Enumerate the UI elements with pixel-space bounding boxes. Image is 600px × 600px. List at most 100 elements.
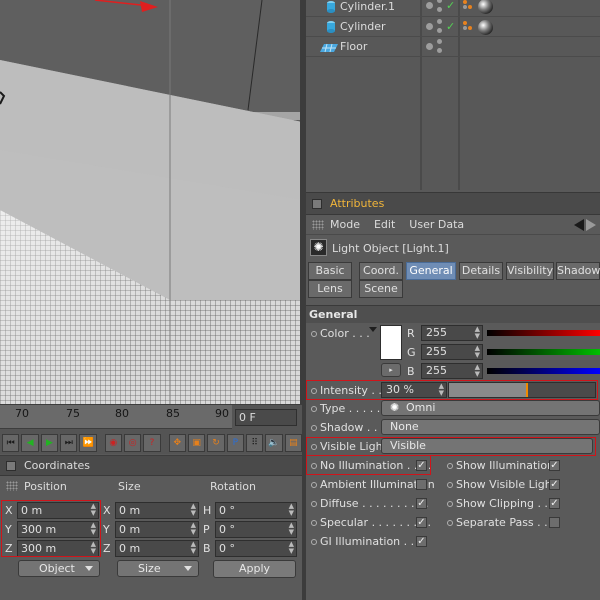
section-general[interactable]: General xyxy=(306,305,600,323)
object-row[interactable]: Cylinder.1 ✓ xyxy=(306,0,600,17)
gi-illumination-checkbox[interactable]: ✓ xyxy=(416,536,427,547)
red-slider[interactable] xyxy=(487,330,600,336)
type-select[interactable]: ✺ Omni xyxy=(381,400,600,416)
play-forward-icon[interactable]: ▶ xyxy=(40,434,59,452)
intensity-field[interactable]: 30 % ▲ ▼ xyxy=(381,382,447,398)
size-mode-select[interactable]: Size xyxy=(117,560,199,577)
specular-checkbox[interactable]: ✓ xyxy=(416,517,427,528)
position-x-field[interactable]: 0 m ▲ ▼ xyxy=(17,502,99,519)
animation-bullet-icon[interactable] xyxy=(311,443,317,450)
ambient-illumination-checkbox[interactable] xyxy=(416,479,427,490)
spinner-icon[interactable]: ▲ ▼ xyxy=(439,383,444,397)
position-y-field[interactable]: 300 m ▲ ▼ xyxy=(17,521,99,538)
grip-icon[interactable] xyxy=(312,220,324,230)
grip-icon[interactable] xyxy=(6,481,18,491)
texture-tag-icon[interactable] xyxy=(463,0,473,10)
object-row[interactable]: Cylinder ✓ xyxy=(306,17,600,37)
color-menu-caret-icon[interactable] xyxy=(369,327,377,332)
render-visibility-dot[interactable] xyxy=(437,39,442,44)
menu-edit[interactable]: Edit xyxy=(374,218,395,231)
render-visibility-dot[interactable] xyxy=(437,7,442,12)
blue-slider[interactable] xyxy=(487,368,600,374)
intensity-slider[interactable] xyxy=(448,382,596,398)
object-row[interactable]: Floor xyxy=(306,37,600,57)
red-value-field[interactable]: 255 ▲ ▼ xyxy=(421,325,483,341)
forward-arrow-icon[interactable] xyxy=(586,219,596,231)
spinner-icon[interactable]: ▲ ▼ xyxy=(475,345,480,359)
texture-tag-icon[interactable] xyxy=(463,21,473,31)
rotation-h-field[interactable]: 0 ° ▲ ▼ xyxy=(215,502,297,519)
coordinate-mode-select[interactable]: Object xyxy=(18,560,100,577)
spinner-icon[interactable]: ▲ ▼ xyxy=(91,522,96,536)
point-level-icon[interactable]: ⠿ xyxy=(246,434,264,452)
color-mode-toggle-icon[interactable]: ▸ xyxy=(381,363,401,377)
tab-visibility[interactable]: Visibility xyxy=(506,262,554,280)
go-to-end-icon[interactable]: ⏩ xyxy=(79,434,97,452)
tab-shadow[interactable]: Shadow xyxy=(556,262,600,280)
spinner-icon[interactable]: ▲ ▼ xyxy=(475,364,480,378)
editor-visibility-dot[interactable] xyxy=(426,2,433,9)
render-visibility-dot[interactable] xyxy=(437,48,442,53)
no-illumination-checkbox[interactable]: ✓ xyxy=(416,460,427,471)
play-backward-icon[interactable]: ◀ xyxy=(21,434,39,452)
timeline-ruler[interactable]: 70 75 80 85 90 xyxy=(0,405,232,429)
tab-basic[interactable]: Basic xyxy=(308,262,352,280)
go-to-start-icon[interactable]: ⏮ xyxy=(2,434,20,452)
spinner-icon[interactable]: ▲ ▼ xyxy=(289,522,294,536)
scale-key-icon[interactable]: ▣ xyxy=(187,434,206,452)
timeline-settings-icon[interactable]: ▤ xyxy=(284,434,303,452)
tab-lens[interactable]: Lens xyxy=(308,280,352,298)
separate-pass-checkbox[interactable] xyxy=(549,517,560,528)
enabled-check-icon[interactable]: ✓ xyxy=(446,0,455,12)
apply-button[interactable]: Apply xyxy=(213,560,296,578)
green-value-field[interactable]: 255 ▲ ▼ xyxy=(421,344,483,360)
animation-bullet-icon[interactable] xyxy=(311,405,317,412)
rotation-p-field[interactable]: 0 ° ▲ ▼ xyxy=(215,521,297,538)
spinner-icon[interactable]: ▲ ▼ xyxy=(475,326,480,340)
blue-value-field[interactable]: 255 ▲ ▼ xyxy=(421,363,483,379)
keyframe-selection-icon[interactable]: ? xyxy=(143,434,161,452)
editor-visibility-dot[interactable] xyxy=(426,23,433,30)
next-key-icon[interactable]: ⏭ xyxy=(60,434,78,452)
show-illumination-checkbox[interactable]: ✓ xyxy=(549,460,560,471)
render-visibility-dot[interactable] xyxy=(437,0,442,3)
animation-bullet-icon[interactable] xyxy=(311,462,317,469)
position-z-field[interactable]: 300 m ▲ ▼ xyxy=(17,540,99,557)
spinner-icon[interactable]: ▲ ▼ xyxy=(191,541,196,555)
tab-general[interactable]: General xyxy=(406,262,456,280)
tab-details[interactable]: Details xyxy=(459,262,503,280)
enabled-check-icon[interactable]: ✓ xyxy=(446,20,455,33)
spinner-icon[interactable]: ▲ ▼ xyxy=(91,503,96,517)
animation-bullet-icon[interactable] xyxy=(311,424,317,431)
show-clipping-checkbox[interactable]: ✓ xyxy=(549,498,560,509)
size-z-field[interactable]: 0 m ▲ ▼ xyxy=(115,540,199,557)
animation-bullet-icon[interactable] xyxy=(311,481,317,488)
editor-visibility-dot[interactable] xyxy=(426,43,433,50)
animation-bullet-icon[interactable] xyxy=(311,330,317,337)
current-frame-field[interactable]: 0 F xyxy=(235,409,297,426)
animation-bullet-icon[interactable] xyxy=(447,519,453,526)
animation-bullet-icon[interactable] xyxy=(311,500,317,507)
panel-toggle-icon[interactable] xyxy=(6,460,16,471)
move-key-icon[interactable]: ✥ xyxy=(168,434,186,452)
tab-coord[interactable]: Coord. xyxy=(359,262,403,280)
intensity-slider-knob[interactable] xyxy=(526,383,528,397)
material-tag-icon[interactable] xyxy=(478,20,493,35)
spinner-icon[interactable]: ▲ ▼ xyxy=(191,522,196,536)
spinner-icon[interactable]: ▲ ▼ xyxy=(91,541,96,555)
animation-bullet-icon[interactable] xyxy=(447,462,453,469)
sound-icon[interactable]: 🔈 xyxy=(265,434,283,452)
tab-scene[interactable]: Scene xyxy=(359,280,403,298)
animation-bullet-icon[interactable] xyxy=(311,538,317,545)
rotate-key-icon[interactable]: ↻ xyxy=(207,434,225,452)
color-swatch[interactable] xyxy=(380,325,402,360)
spinner-icon[interactable]: ▲ ▼ xyxy=(289,541,294,555)
size-y-field[interactable]: 0 m ▲ ▼ xyxy=(115,521,199,538)
material-tag-icon[interactable] xyxy=(478,0,493,14)
rotation-b-field[interactable]: 0 ° ▲ ▼ xyxy=(215,540,297,557)
render-visibility-dot[interactable] xyxy=(437,19,442,24)
spinner-icon[interactable]: ▲ ▼ xyxy=(191,503,196,517)
spinner-icon[interactable]: ▲ ▼ xyxy=(289,503,294,517)
show-visible-light-checkbox[interactable]: ✓ xyxy=(549,479,560,490)
3d-viewport[interactable] xyxy=(0,0,302,404)
